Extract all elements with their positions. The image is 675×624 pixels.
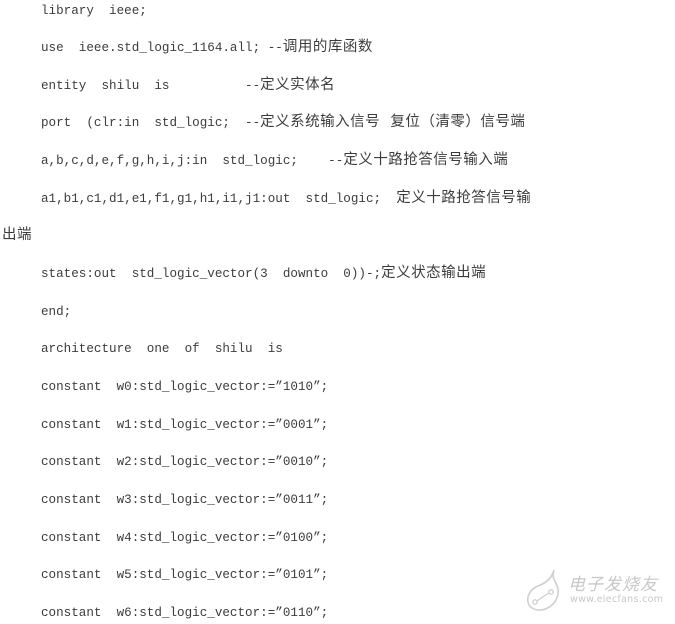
code-line: states:out std_logic_vector(3 downto 0))… bbox=[41, 264, 486, 282]
code-line: constant w1:std_logic_vector:=”0001”; bbox=[41, 415, 328, 433]
watermark-title: 电子发烧友 bbox=[568, 575, 658, 595]
code-text: constant w0:std_logic_vector:=”1010”; bbox=[41, 380, 329, 394]
watermark-url: www.elecfans.com bbox=[570, 594, 664, 605]
code-comment: 定义状态输出端 bbox=[381, 265, 487, 281]
code-text: constant w4:std_logic_vector:=”0100”; bbox=[41, 531, 329, 545]
code-line: constant w0:std_logic_vector:=”1010”; bbox=[41, 377, 328, 395]
code-line: constant w2:std_logic_vector:=”0010”; bbox=[41, 452, 328, 470]
code-text: end; bbox=[41, 305, 72, 319]
code-comment: 出端 bbox=[2, 227, 32, 243]
code-comment: 定义十路抢答信号输入端 bbox=[343, 152, 509, 168]
code-comment: 定义十路抢答信号输 bbox=[396, 190, 532, 206]
watermark: 电子发烧友 www.elecfans.com bbox=[524, 566, 674, 620]
code-text: states:out std_logic_vector(3 downto 0))… bbox=[41, 267, 382, 281]
code-line: use ieee.std_logic_1164.all; --调用的库函数 bbox=[41, 38, 373, 56]
code-text: constant w5:std_logic_vector:=”0101”; bbox=[41, 568, 329, 582]
code-comment: 调用的库函数 bbox=[282, 39, 373, 55]
code-text: constant w1:std_logic_vector:=”0001”; bbox=[41, 418, 329, 432]
code-line: a1,b1,c1,d1,e1,f1,g1,h1,i1,j1:out std_lo… bbox=[41, 189, 531, 207]
elecfans-logo-icon bbox=[526, 569, 560, 611]
code-line: constant w6:std_logic_vector:=”0110”; bbox=[41, 603, 328, 621]
code-line: constant w3:std_logic_vector:=”0011”; bbox=[41, 490, 328, 508]
code-line: constant w5:std_logic_vector:=”0101”; bbox=[41, 565, 328, 583]
code-text: architecture one of shilu is bbox=[41, 342, 283, 356]
code-line: end; bbox=[41, 302, 71, 320]
code-line-wrapped: 出端 bbox=[2, 226, 32, 244]
code-text: port (clr:in std_logic; -- bbox=[41, 116, 261, 130]
code-line: port (clr:in std_logic; --定义系统输入信号 复位（清零… bbox=[41, 113, 525, 131]
code-text: library ieee; bbox=[41, 4, 147, 18]
code-text: a1,b1,c1,d1,e1,f1,g1,h1,i1,j1:out std_lo… bbox=[41, 192, 397, 206]
code-text: use ieee.std_logic_1164.all; -- bbox=[41, 41, 283, 55]
code-text: constant w6:std_logic_vector:=”0110”; bbox=[41, 606, 329, 620]
code-text: entity shilu is -- bbox=[41, 79, 261, 93]
code-line: architecture one of shilu is bbox=[41, 339, 283, 357]
code-text: a,b,c,d,e,f,g,h,i,j:in std_logic; -- bbox=[41, 154, 344, 168]
code-line: a,b,c,d,e,f,g,h,i,j:in std_logic; --定义十路… bbox=[41, 151, 508, 169]
code-line: constant w4:std_logic_vector:=”0100”; bbox=[41, 528, 328, 546]
code-comment: 定义实体名 bbox=[260, 77, 336, 93]
code-text: constant w3:std_logic_vector:=”0011”; bbox=[41, 493, 329, 507]
code-comment: 定义系统输入信号 复位（清零）信号端 bbox=[260, 114, 526, 130]
code-line: entity shilu is --定义实体名 bbox=[41, 76, 335, 94]
code-line: library ieee; bbox=[41, 1, 147, 19]
code-text: constant w2:std_logic_vector:=”0010”; bbox=[41, 455, 329, 469]
